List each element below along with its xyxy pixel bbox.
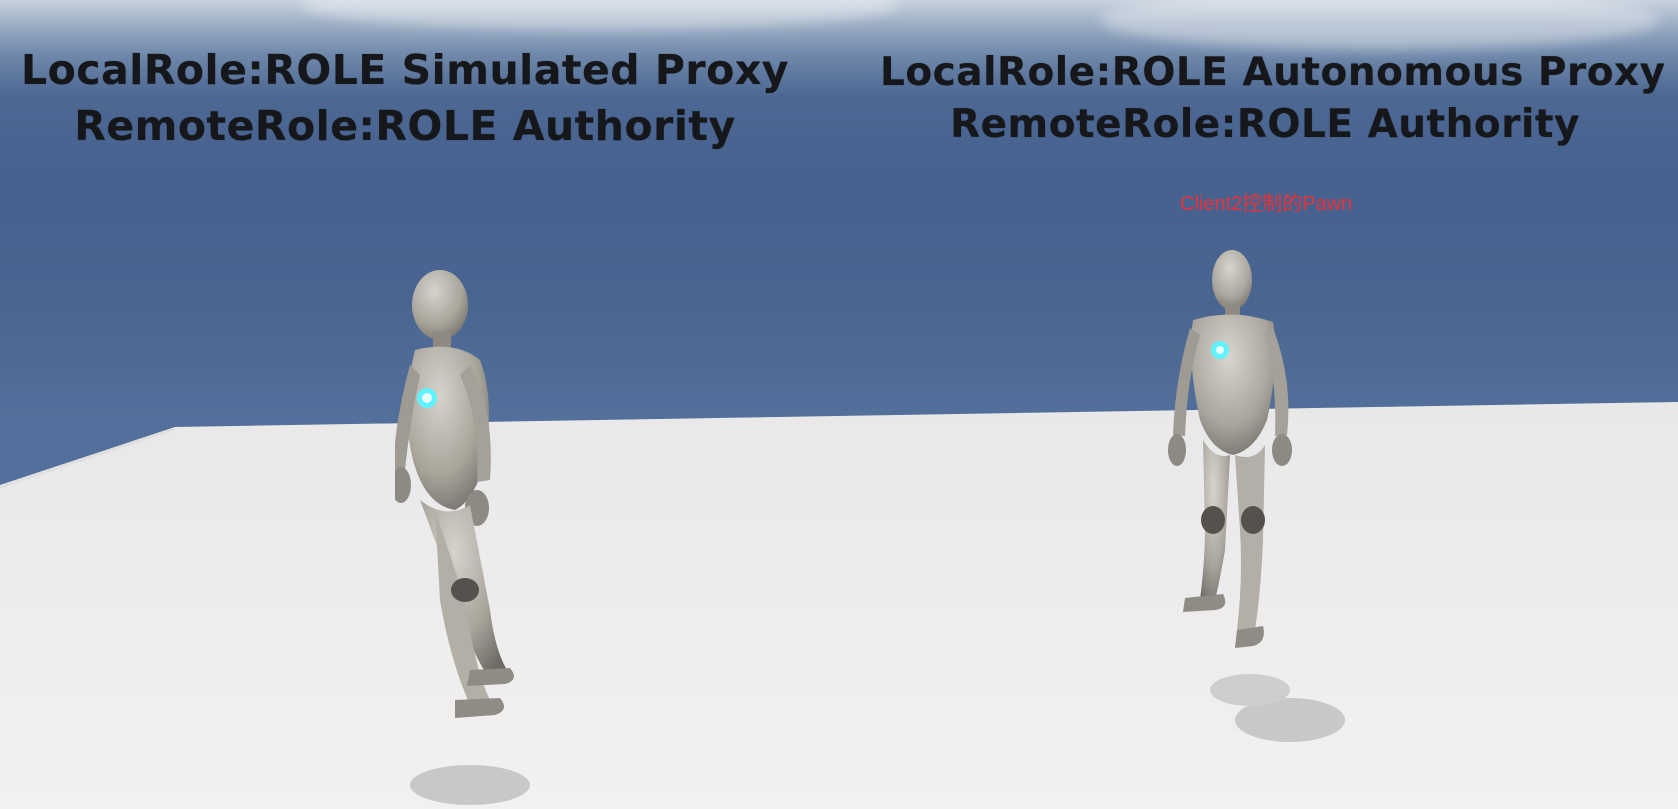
role-label-left: LocalRole:ROLE Simulated Proxy RemoteRol…: [20, 42, 790, 154]
pawn-annotation: Client2控制的Pawn: [1180, 193, 1353, 215]
remote-role-text: RemoteRole:ROLE Authority: [950, 102, 1580, 147]
local-role-text: LocalRole:ROLE Simulated Proxy: [21, 46, 789, 94]
mannequin-left[interactable]: [395, 270, 565, 780]
remote-role-text: RemoteRole:ROLE Authority: [74, 102, 736, 150]
game-viewport[interactable]: LocalRole:ROLE Simulated Proxy RemoteRol…: [0, 0, 1678, 809]
role-label-right: LocalRole:ROLE Autonomous Proxy RemoteRo…: [880, 47, 1666, 151]
local-role-text: LocalRole:ROLE Autonomous Proxy: [880, 50, 1666, 95]
mannequin-right[interactable]: [1155, 250, 1315, 720]
